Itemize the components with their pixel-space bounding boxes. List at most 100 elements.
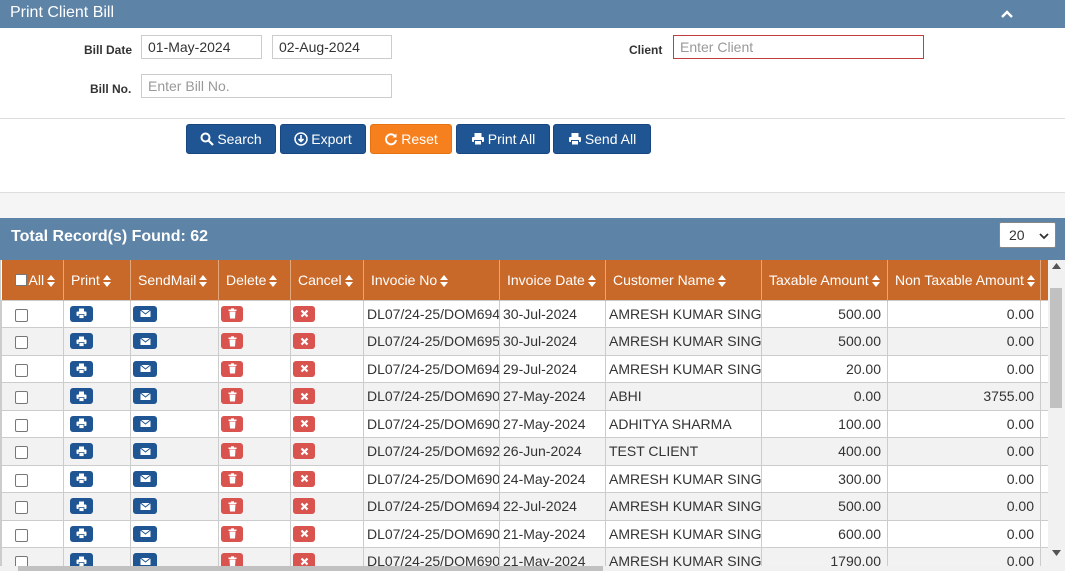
mail-icon[interactable]: [133, 470, 157, 487]
table-row: DL07/24-25/DOM6904 24-May-2024 AMRESH KUMA…: [1, 464, 1048, 493]
print-icon[interactable]: [70, 415, 93, 432]
col-non-taxable-amount[interactable]: Non Taxable Amount: [887, 260, 1041, 300]
search-button[interactable]: Search: [186, 124, 276, 154]
cancel-icon[interactable]: [293, 525, 315, 542]
non-taxable-amount-cell: 0.00: [887, 327, 1041, 356]
trash-icon[interactable]: [221, 388, 243, 404]
invoice-date-cell: 26-Jun-2024: [499, 437, 606, 466]
print-all-button[interactable]: Print All: [456, 124, 550, 154]
sort-icon: [269, 275, 278, 288]
print-icon[interactable]: [70, 333, 93, 349]
chevron-up-icon[interactable]: [999, 6, 1015, 22]
col-sendmail[interactable]: SendMail: [130, 260, 219, 300]
col-customer-name[interactable]: Customer Name: [605, 260, 762, 300]
print-icon[interactable]: [70, 443, 93, 459]
trash-icon[interactable]: [221, 415, 243, 432]
page-title: Print Client Bill: [10, 4, 115, 21]
trash-icon[interactable]: [221, 333, 243, 349]
to-date-input[interactable]: [272, 35, 392, 59]
horizontal-scrollbar[interactable]: [0, 566, 1065, 571]
trash-icon[interactable]: [221, 525, 243, 542]
customer-name-cell: ADHITYA SHARMA: [605, 409, 762, 438]
row-select-cell: [1, 327, 64, 356]
non-taxable-amount-cell: 0.00: [887, 464, 1041, 493]
col-all[interactable]: All: [1, 260, 64, 300]
cancel-icon[interactable]: [293, 388, 315, 404]
row-checkbox[interactable]: [15, 363, 28, 377]
row-checkbox[interactable]: [15, 446, 28, 460]
row-checkbox[interactable]: [15, 336, 28, 350]
print-icon[interactable]: [70, 388, 93, 404]
mail-icon[interactable]: [133, 525, 157, 542]
horizontal-scroll-thumb[interactable]: [18, 566, 603, 571]
col-delete[interactable]: Delete: [218, 260, 291, 300]
cancel-icon[interactable]: [293, 360, 315, 377]
vertical-scrollbar[interactable]: [1048, 260, 1065, 566]
mail-icon[interactable]: [133, 498, 157, 514]
row-checkbox[interactable]: [15, 418, 28, 432]
delete-cell: [218, 519, 291, 548]
sendmail-cell: [130, 382, 219, 411]
cancel-icon[interactable]: [293, 553, 315, 566]
reset-button[interactable]: Reset: [370, 124, 452, 154]
mail-icon[interactable]: [133, 415, 157, 432]
row-select-cell: [1, 299, 64, 328]
extra-cell: [1040, 464, 1048, 493]
print-icon[interactable]: [70, 305, 93, 322]
mail-icon[interactable]: [133, 388, 157, 404]
cancel-cell: [290, 409, 364, 438]
row-checkbox[interactable]: [15, 528, 28, 542]
page-size-select[interactable]: 20: [999, 222, 1056, 248]
vertical-scroll-thumb[interactable]: [1050, 288, 1062, 408]
invoice-no-cell: DL07/24-25/DOM6902: [363, 519, 500, 548]
export-button-label: Export: [311, 131, 352, 147]
non-taxable-amount-cell: 0.00: [887, 547, 1041, 566]
trash-icon[interactable]: [221, 553, 243, 566]
mail-icon[interactable]: [133, 553, 157, 566]
scroll-down-icon[interactable]: [1052, 550, 1061, 556]
row-checkbox[interactable]: [15, 308, 28, 322]
col-invoice-no[interactable]: Invocie No: [363, 260, 500, 300]
cancel-icon[interactable]: [293, 415, 315, 432]
mail-icon[interactable]: [133, 443, 157, 459]
cancel-icon[interactable]: [293, 470, 315, 487]
print-icon[interactable]: [70, 498, 93, 514]
row-checkbox[interactable]: [15, 473, 28, 487]
print-icon[interactable]: [70, 360, 93, 377]
select-all-checkbox[interactable]: [14, 273, 27, 286]
trash-icon[interactable]: [221, 443, 243, 459]
cancel-icon[interactable]: [293, 305, 315, 322]
cancel-icon[interactable]: [293, 333, 315, 349]
mail-icon[interactable]: [133, 360, 157, 377]
trash-icon[interactable]: [221, 305, 243, 322]
cancel-icon[interactable]: [293, 443, 315, 459]
bill-no-input[interactable]: [141, 74, 392, 98]
col-cancel[interactable]: Cancel: [290, 260, 364, 300]
row-checkbox[interactable]: [15, 391, 28, 405]
client-input[interactable]: [673, 35, 924, 59]
row-checkbox[interactable]: [15, 501, 28, 515]
col-invoice-date[interactable]: Invoice Date: [499, 260, 606, 300]
export-button[interactable]: Export: [280, 124, 366, 154]
invoice-no-cell: DL07/24-25/DOM6904: [363, 464, 500, 493]
row-select-cell: [1, 492, 64, 521]
delete-cell: [218, 464, 291, 493]
invoice-no-cell: DL07/24-25/DOM6908: [363, 382, 500, 411]
cancel-icon[interactable]: [293, 498, 315, 514]
cancel-cell: [290, 382, 364, 411]
mail-icon[interactable]: [133, 333, 157, 349]
from-date-input[interactable]: [141, 35, 262, 59]
trash-icon[interactable]: [221, 360, 243, 377]
non-taxable-amount-cell: 0.00: [887, 354, 1041, 383]
trash-icon[interactable]: [221, 498, 243, 514]
print-icon[interactable]: [70, 553, 93, 566]
col-taxable-amount[interactable]: Taxable Amount: [761, 260, 888, 300]
col-print[interactable]: Print: [63, 260, 131, 300]
mail-icon[interactable]: [133, 305, 157, 322]
print-icon[interactable]: [70, 525, 93, 542]
trash-icon[interactable]: [221, 470, 243, 487]
row-checkbox[interactable]: [15, 556, 28, 566]
scroll-up-icon[interactable]: [1052, 263, 1061, 269]
send-all-button[interactable]: Send All: [553, 124, 651, 154]
print-icon[interactable]: [70, 470, 93, 487]
